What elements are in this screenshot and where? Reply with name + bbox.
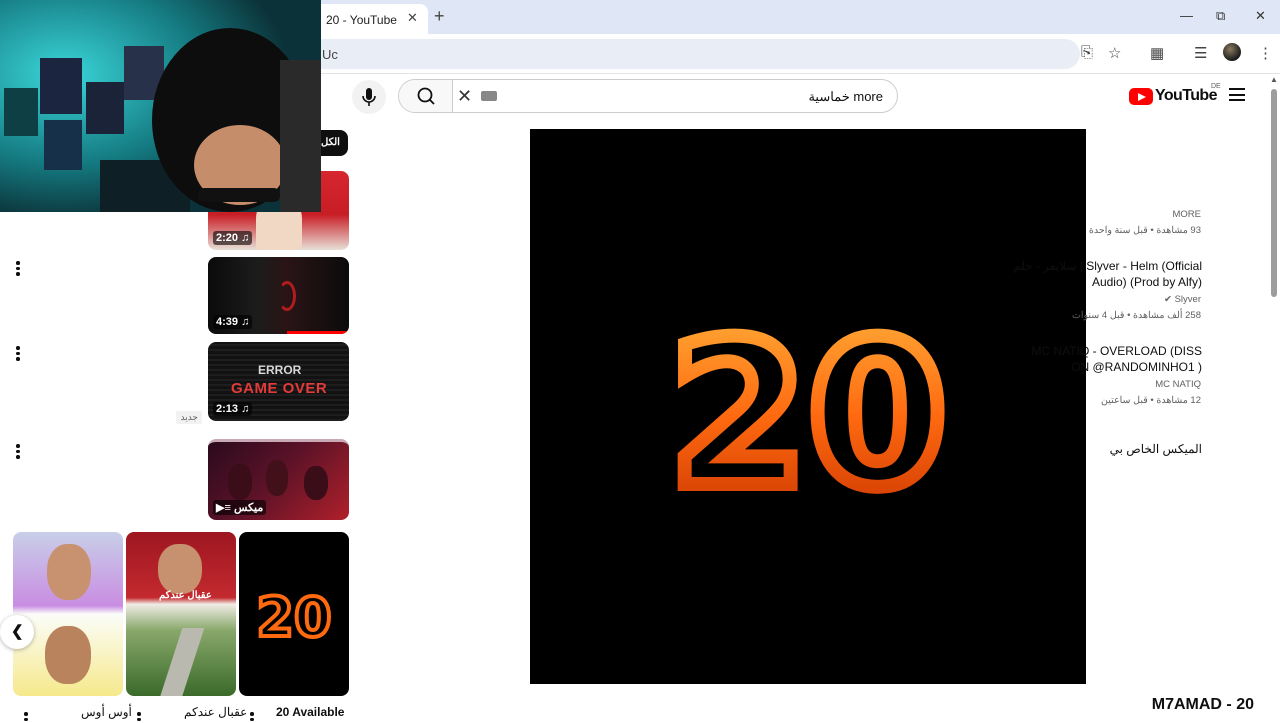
more-options-icon[interactable] [16,346,22,363]
duration-badge: 2:20 ♫ [213,231,253,245]
short-thumbnail[interactable]: 20 [239,532,349,696]
profile-avatar[interactable] [1223,43,1241,61]
video-stats: 93 مشاهدة • قبل سنة واحدة [1088,225,1201,236]
chevron-left-icon: ❮ [11,623,24,640]
webcam-feed [0,0,321,212]
youtube-play-icon [1129,88,1153,105]
restore-icon[interactable]: ⧉ [1216,8,1225,24]
tab-close-icon[interactable]: ✕ [407,10,418,26]
clear-search-icon[interactable]: ✕ [457,86,472,107]
search-button[interactable] [399,80,453,112]
new-badge: جديد [176,411,202,424]
browser-menu-icon[interactable]: ⋮ [1258,44,1273,62]
more-options-icon[interactable] [16,444,22,461]
scroll-up-icon[interactable]: ▲ [1270,75,1278,84]
video-frame: 20 [662,292,954,539]
keyboard-icon[interactable] [481,91,497,101]
minimize-icon[interactable]: — [1180,8,1193,23]
extensions-icon[interactable]: ▦ [1150,44,1164,62]
duration-badge: 4:39 ♫ [213,315,253,329]
voice-search-button[interactable] [352,80,386,114]
channel-name[interactable]: MC NATIQ [1155,379,1201,390]
microphone-icon [362,88,376,106]
channel-name[interactable]: MORE [1173,209,1202,220]
region-code: DE [1211,83,1221,90]
page-scrollbar[interactable]: ▲ [1268,75,1280,720]
video-stats: 258 ألف مشاهدة • قبل 4 سنوات [1071,310,1201,321]
more-options-icon[interactable] [137,712,143,723]
filter-chip-all[interactable]: الكل [318,130,348,156]
video-title-link[interactable]: الميكس الخاص بي [1012,441,1202,457]
address-bar[interactable]: Uc [300,39,1080,69]
fire-number-art: 20 [669,299,947,532]
install-app-icon[interactable]: ⎘ [1081,44,1093,61]
search-icon [417,87,435,105]
youtube-logo-text: YouTube [1155,87,1217,104]
video-title: M7AMAD - 20 [1151,696,1254,713]
new-tab-icon[interactable]: + [434,6,445,27]
svg-text:20: 20 [256,586,331,649]
video-stats: 12 مشاهدة • قبل ساعتين [1101,395,1201,406]
video-title-link[interactable]: سلايفر - حلم | Slyver - Helm (Official A… [1012,258,1202,290]
video-thumbnail[interactable]: ERROR GAME OVER 2:13 ♫ [208,342,349,421]
video-thumbnail[interactable]: 4:39 ♫ [208,257,349,334]
shorts-previous-button[interactable]: ❮ [0,615,34,649]
short-thumbnail-text: عقبال عندكم [159,590,212,601]
thumbnail-text: GAME OVER [231,380,328,397]
window-close-icon[interactable]: ✕ [1255,8,1266,24]
thumbnail-text: ERROR [258,363,302,377]
mix-thumbnail[interactable]: ▶≡ ميكس [208,439,349,520]
browser-tab[interactable]: 20 - YouTube ✕ [310,4,428,34]
short-title[interactable]: عقبال عندكم [184,705,247,719]
scrollbar-thumb[interactable] [1271,89,1277,297]
short-title[interactable]: أوس أوس [81,705,132,719]
short-thumbnail[interactable]: عقبال عندكم [126,532,236,696]
more-options-icon[interactable] [250,712,256,723]
webcam-overlay [0,0,321,212]
mix-badge: ▶≡ ميكس [213,500,267,515]
video-player[interactable]: 20 [530,129,1086,684]
more-options-icon[interactable] [16,261,22,278]
hamburger-menu-icon[interactable] [1229,88,1245,101]
chip-label: الكل [321,137,340,148]
url-text: Uc [322,47,338,62]
bookmark-star-icon[interactable]: ☆ [1108,44,1121,62]
short-title[interactable]: 20 Available [276,705,344,719]
media-control-icon[interactable]: ☰ [1194,44,1207,62]
duration-badge: 2:13 ♫ [213,402,253,416]
search-box[interactable]: ✕ more خماسية [398,79,898,113]
channel-name[interactable]: Slyver ✔ [1164,294,1201,305]
more-options-icon[interactable] [24,712,30,723]
search-input[interactable]: more خماسية [808,89,883,105]
video-title-link[interactable]: MC NATIQ - OVERLOAD (DISS ON @RANDOMINHO… [1012,343,1202,375]
short-thumbnail[interactable] [13,532,123,696]
tab-title: 20 - YouTube [326,13,397,27]
short-fire-art: 20 [254,584,333,651]
